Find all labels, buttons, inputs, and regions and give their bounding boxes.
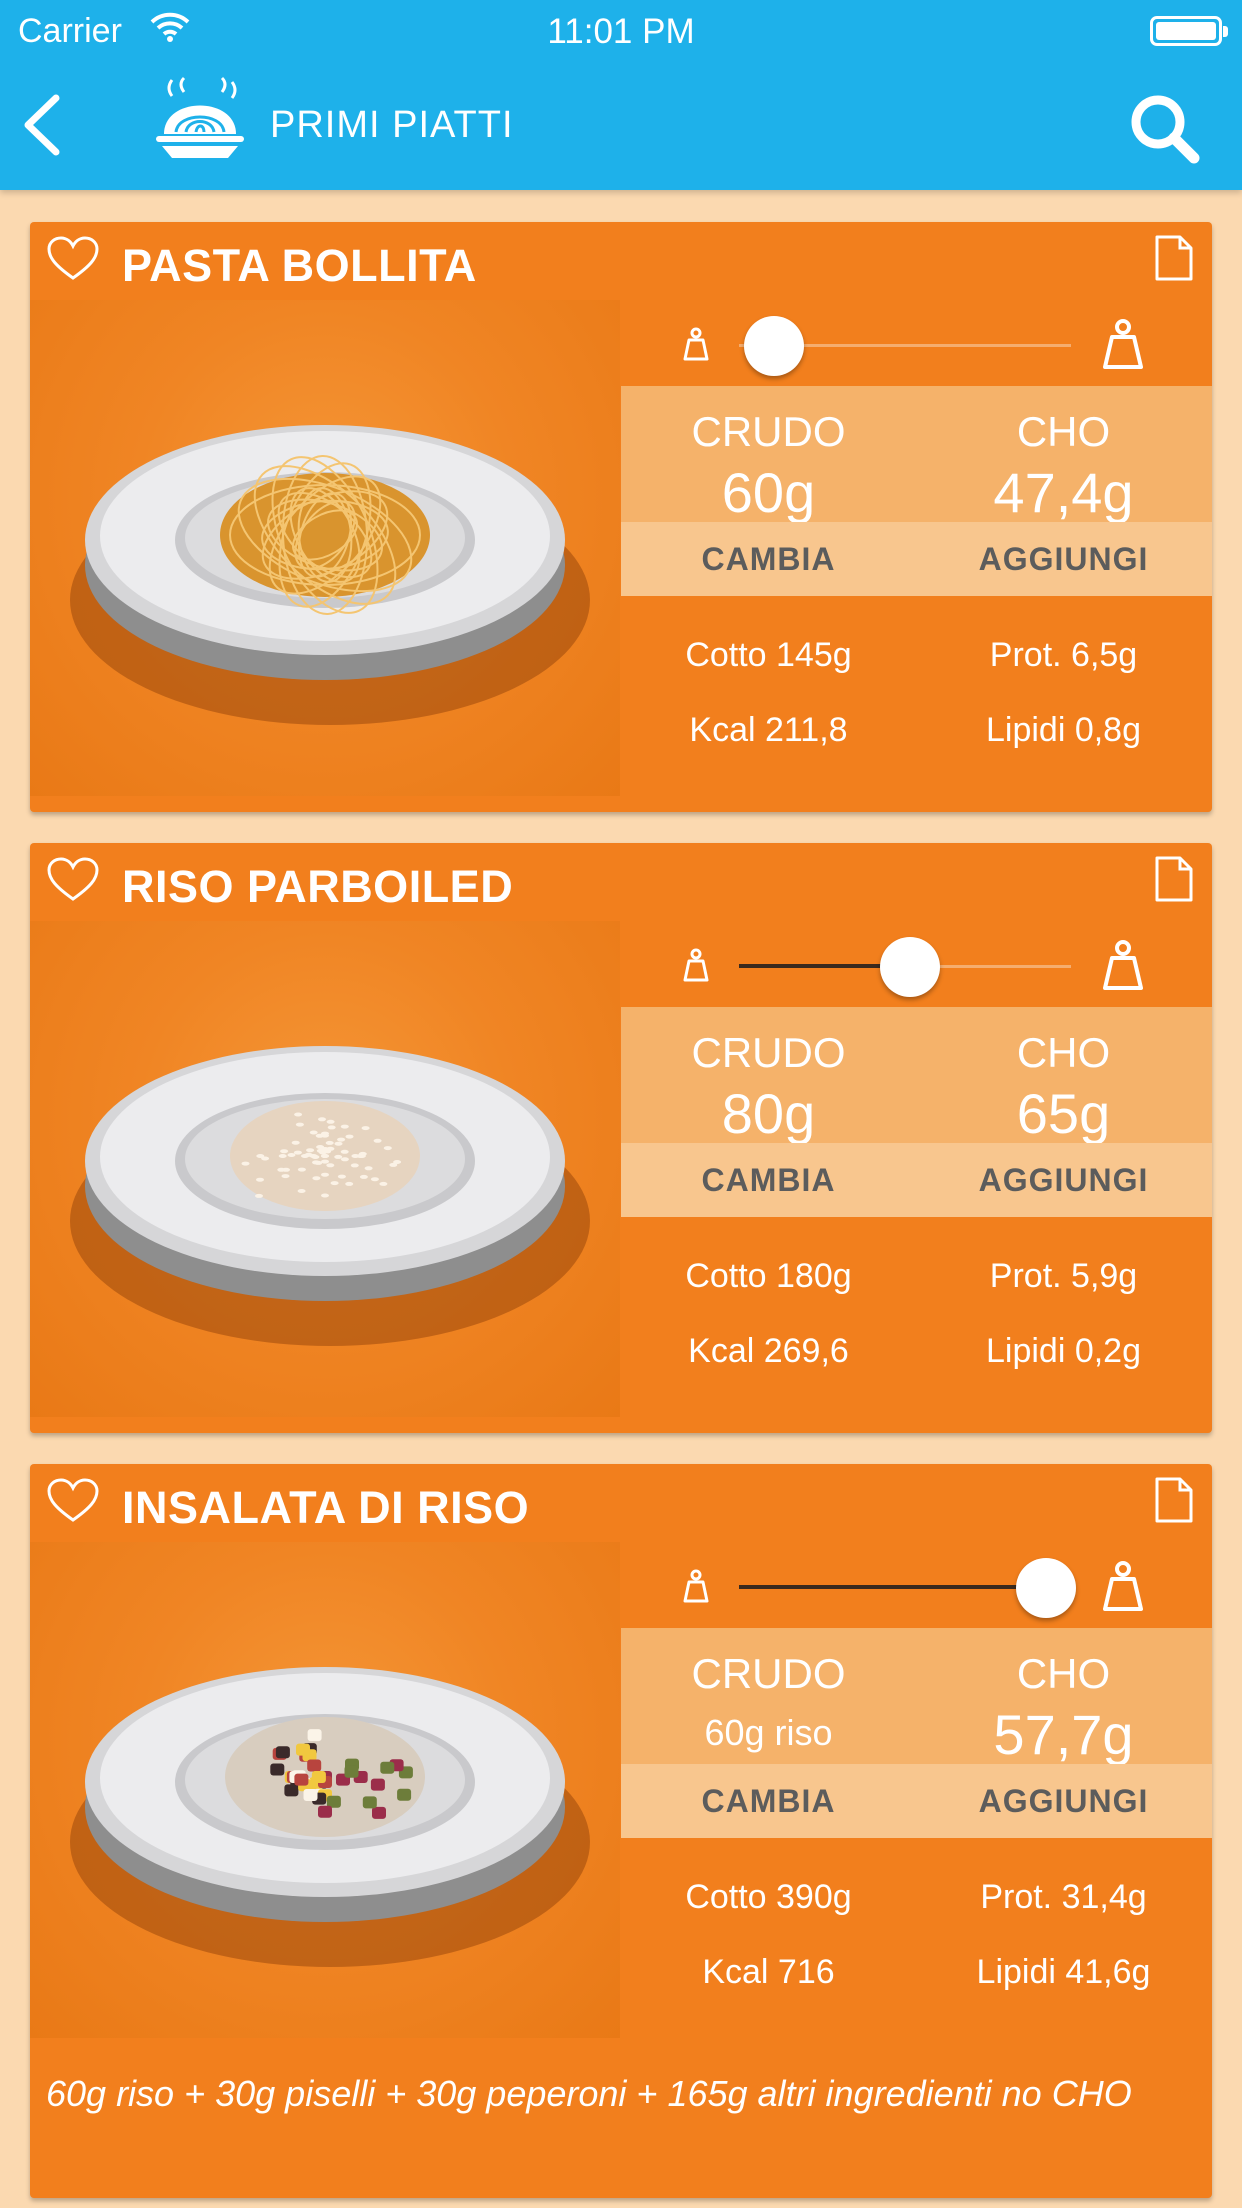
small-weight-icon <box>681 1568 711 1604</box>
back-button[interactable] <box>16 90 76 160</box>
pasta-plate-icon <box>156 76 244 158</box>
slider-track-fill <box>739 1585 1029 1589</box>
kcal-value: Kcal 716 <box>702 1953 835 1991</box>
slider-knob[interactable] <box>1016 1558 1076 1618</box>
crudo-label: CRUDO <box>691 1650 846 1697</box>
crudo-label: CRUDO <box>691 1029 846 1076</box>
search-button[interactable] <box>1126 90 1202 166</box>
cambia-button[interactable]: CAMBIA <box>621 1143 916 1217</box>
aggiungi-button[interactable]: AGGIUNGI <box>916 1764 1211 1838</box>
small-weight-icon <box>681 947 711 983</box>
slider-track-fill <box>739 964 884 968</box>
kcal-value: Kcal 211,8 <box>689 711 848 749</box>
favorite-heart-icon[interactable] <box>46 1478 100 1524</box>
prot-value: Prot. 6,5g <box>989 636 1138 674</box>
document-icon[interactable] <box>1154 234 1194 282</box>
portion-slider[interactable] <box>621 300 1212 386</box>
food-card[interactable]: INSALATA DI RISO CRUDO 60g riso CHO 57,7g CAM… <box>30 1464 1212 2198</box>
cho-label: CHO <box>1016 408 1111 455</box>
ingredients-note: 60g riso + 30g piselli + 30g peperoni + … <box>46 2073 1132 2114</box>
cotto-value: Cotto 390g <box>685 1878 852 1916</box>
slider-knob[interactable] <box>880 937 940 997</box>
lipidi-value: Lipidi 41,6g <box>976 1953 1151 1991</box>
food-title: RISO PARBOILED <box>122 861 514 912</box>
crudo-label: CRUDO <box>691 408 846 455</box>
food-title: INSALATA DI RISO <box>122 1482 530 1533</box>
status-bar: Carrier 11:01 PM <box>0 0 1242 62</box>
cho-value: 47,4g <box>993 461 1134 524</box>
food-title: PASTA BOLLITA <box>122 240 477 291</box>
lipidi-value: Lipidi 0,8g <box>985 711 1141 749</box>
food-photo <box>30 921 620 1417</box>
document-icon[interactable] <box>1154 1476 1194 1524</box>
food-photo <box>30 300 620 796</box>
crudo-value: 60g <box>721 461 816 524</box>
aggiungi-button[interactable]: AGGIUNGI <box>916 1143 1211 1217</box>
aggiungi-button[interactable]: AGGIUNGI <box>916 522 1211 596</box>
nutrition-details: Cotto 180g Prot. 5,9g Kcal 269,6 Lipidi 0,2… <box>621 1217 1212 1417</box>
page-title: PRIMI PIATTI <box>270 104 514 146</box>
cho-label: CHO <box>1016 1650 1111 1697</box>
cho-value: 57,7g <box>993 1703 1134 1766</box>
crudo-value: 60g riso <box>704 1712 833 1753</box>
large-weight-icon <box>1101 318 1145 370</box>
cotto-value: Cotto 145g <box>685 636 852 674</box>
favorite-heart-icon[interactable] <box>46 236 100 282</box>
food-card[interactable]: RISO PARBOILED CRUDO 80g CHO 65g CAMBIA AGGIUN… <box>30 843 1212 1433</box>
portion-slider[interactable] <box>621 921 1212 1007</box>
slider-knob[interactable] <box>744 316 804 376</box>
cambia-button[interactable]: CAMBIA <box>621 1764 916 1838</box>
prot-value: Prot. 5,9g <box>989 1257 1138 1295</box>
top-bar: Carrier 11:01 PM PRIMI PIATTI <box>0 0 1242 190</box>
favorite-heart-icon[interactable] <box>46 857 100 903</box>
nutrition-values: CRUDO 60g riso CHO 57,7g <box>621 1628 1212 1766</box>
prot-value: Prot. 31,4g <box>980 1878 1147 1916</box>
cotto-value: Cotto 180g <box>685 1257 852 1295</box>
crudo-value: 80g <box>721 1082 816 1145</box>
food-photo <box>30 1542 620 2038</box>
nutrition-values: CRUDO 80g CHO 65g <box>621 1007 1212 1145</box>
large-weight-icon <box>1101 939 1145 991</box>
small-weight-icon <box>681 326 711 362</box>
portion-slider[interactable] <box>621 1542 1212 1628</box>
nutrition-details: Cotto 390g Prot. 31,4g Kcal 716 Lipidi 41,6… <box>621 1838 1212 2038</box>
cho-value: 65g <box>1016 1082 1111 1145</box>
food-card[interactable]: PASTA BOLLITA CRUDO 60g CHO 47,4g CAMBIA AGGIU… <box>30 222 1212 812</box>
large-weight-icon <box>1101 1560 1145 1612</box>
battery-icon <box>1150 16 1228 46</box>
clock: 11:01 PM <box>547 12 695 51</box>
lipidi-value: Lipidi 0,2g <box>985 1332 1141 1370</box>
document-icon[interactable] <box>1154 855 1194 903</box>
card-actions: CAMBIA AGGIUNGI <box>621 1143 1212 1217</box>
card-actions: CAMBIA AGGIUNGI <box>621 1764 1212 1838</box>
nav-bar: PRIMI PIATTI <box>0 62 1242 190</box>
nutrition-details: Cotto 145g Prot. 6,5g Kcal 211,8 Lipidi 0,8… <box>621 596 1212 796</box>
kcal-value: Kcal 269,6 <box>688 1332 849 1370</box>
cho-label: CHO <box>1016 1029 1111 1076</box>
nutrition-values: CRUDO 60g CHO 47,4g <box>621 386 1212 524</box>
card-actions: CAMBIA AGGIUNGI <box>621 522 1212 596</box>
cambia-button[interactable]: CAMBIA <box>621 522 916 596</box>
